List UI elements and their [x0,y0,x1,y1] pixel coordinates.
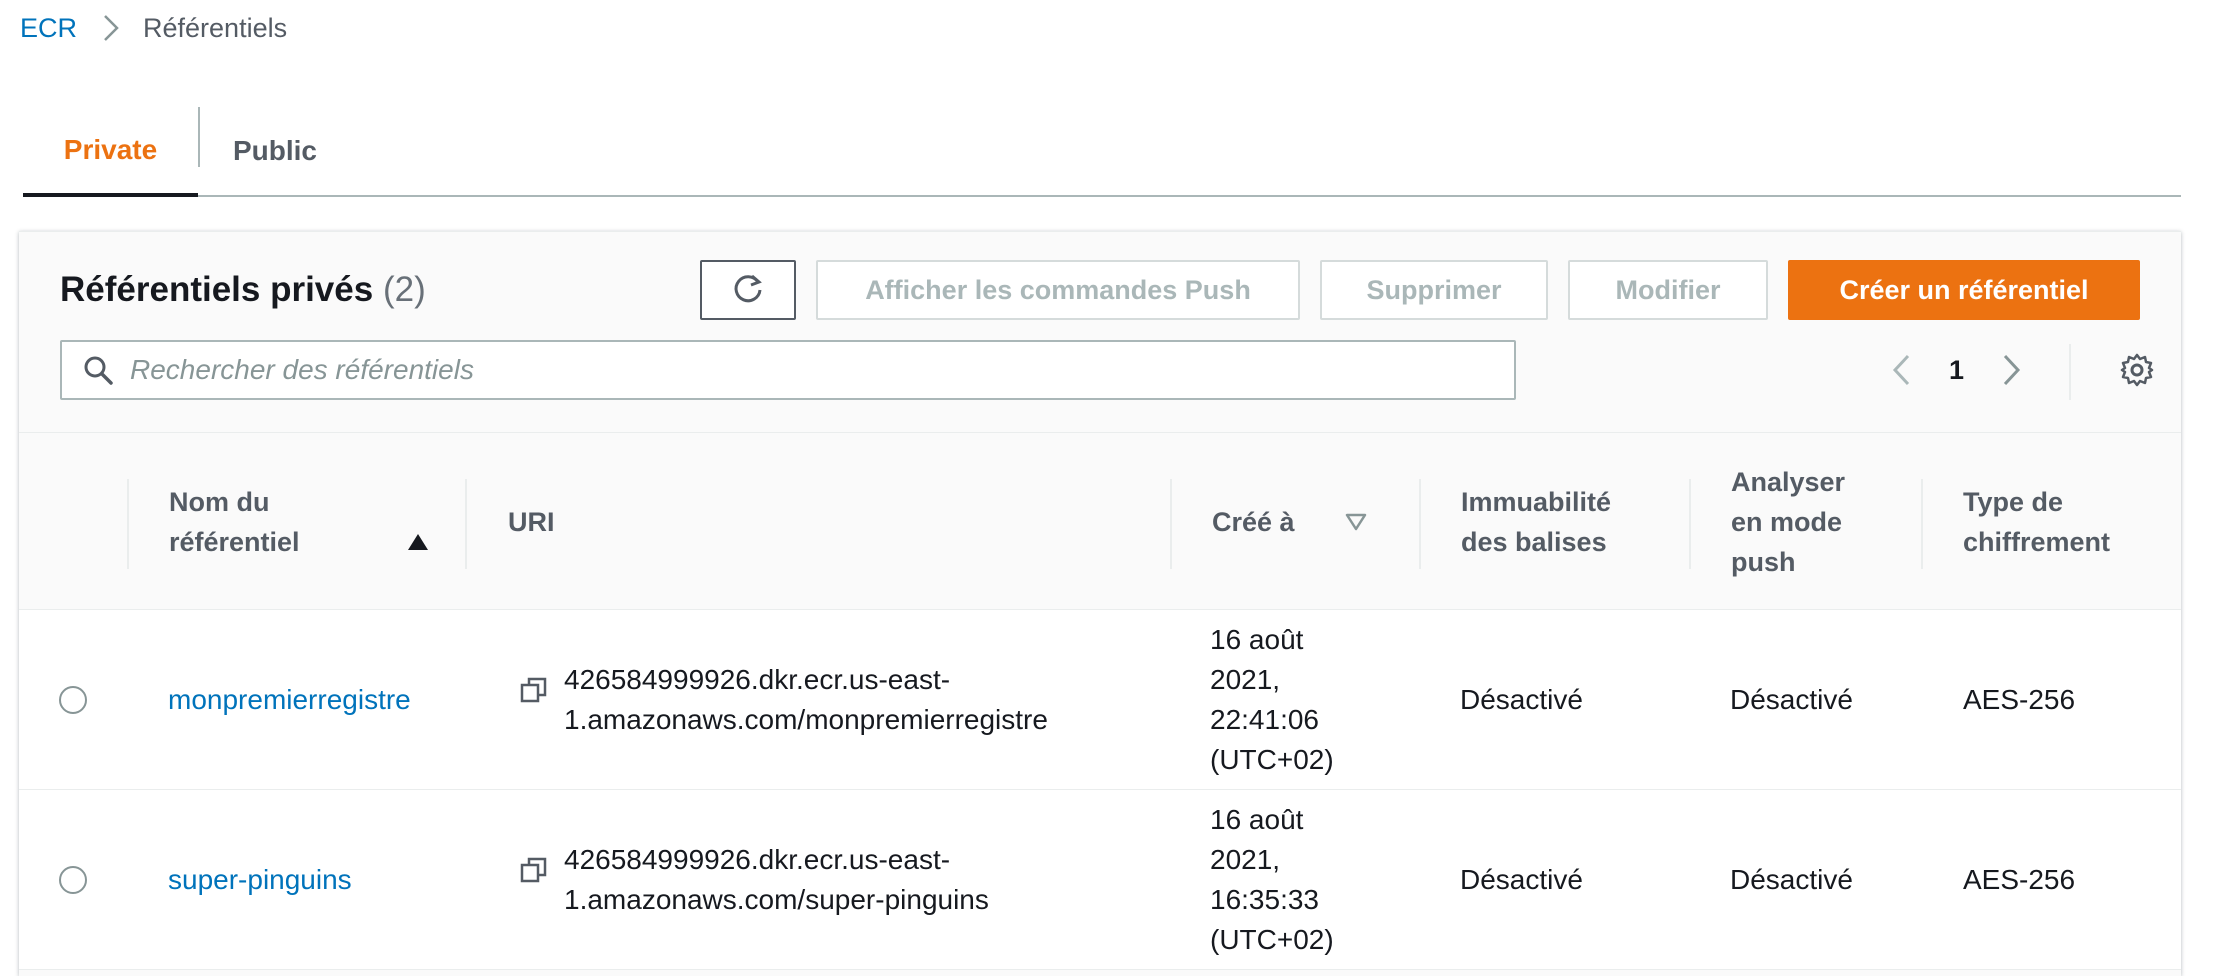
immutability-cell: Désactivé [1460,864,1583,895]
sort-ascending-icon [407,533,429,551]
uri-cell: 426584999926.dkr.ecr.us-east- 1.amazonaw… [520,790,1160,970]
table-header-title: Référentiels privés (2) [60,270,426,310]
repository-name-link[interactable]: monpremierregistre [168,680,411,720]
sort-descending-icon [1345,513,1367,531]
column-created-label: Créé à [1212,507,1295,537]
created-cell: 16 août 2021, 22:41:06 (UTC+02) [1210,610,1334,790]
search-input[interactable] [130,354,1430,386]
pagination: 1 [1891,340,2022,400]
column-header-immutability[interactable]: Immuabilité des balises [1461,433,1661,611]
copy-icon[interactable] [520,676,548,704]
breadcrumb-ecr-link[interactable]: ECR [20,13,77,44]
search-box [60,340,1516,400]
row-radio-button[interactable] [59,866,87,894]
copy-icon[interactable] [520,856,548,884]
chevron-right-icon [103,14,119,42]
create-repository-button[interactable]: Créer un référentiel [1788,260,2140,320]
column-header-created[interactable]: Créé à [1212,433,1412,611]
column-divider [1689,479,1691,569]
scan-on-push-cell: Désactivé [1730,864,1853,895]
column-header-scan-on-push[interactable]: Analyser en mode push [1731,433,1881,611]
uri-text: 426584999926.dkr.ecr.us-east- 1.amazonaw… [564,660,1048,740]
table-row[interactable]: super-pinguins 426584999926.dkr.ecr.us-e… [19,790,2181,970]
column-divider [1419,479,1421,569]
header-count: (2) [382,270,426,309]
header-title-text: Référentiels privés [60,270,374,309]
table-header: Nom du référentiel URI Créé à Immuabilit… [19,432,2181,610]
encryption-cell: AES-256 [1963,864,2076,895]
tab-private[interactable]: Private [23,107,198,197]
column-divider [1921,479,1923,569]
settings-gear-icon[interactable] [2119,352,2155,388]
uri-line: 1.amazonaws.com/monpremierregistre [564,704,1048,735]
created-text: 2021, [1210,844,1281,875]
created-text: (UTC+02) [1210,744,1334,775]
column-header-name[interactable]: Nom du référentiel [169,433,459,611]
breadcrumb-current: Référentiels [143,12,288,43]
view-push-commands-button[interactable]: Afficher les commandes Push [816,260,1300,320]
encryption-cell: AES-256 [1963,684,2076,715]
pager-divider [2069,344,2071,400]
column-header-encryption[interactable]: Type de chiffrement [1963,433,2163,611]
created-text: (UTC+02) [1210,924,1334,955]
table-row[interactable]: monpremierregistre 426584999926.dkr.ecr.… [19,610,2181,790]
created-text: 16:35:33 [1210,884,1319,915]
tab-public[interactable]: Public [200,107,350,195]
repositories-table-container: Référentiels privés (2) Afficher les com… [19,231,2181,976]
created-text: 16 août [1210,804,1304,835]
row-select[interactable] [59,610,87,790]
created-cell: 16 août 2021, 16:35:33 (UTC+02) [1210,790,1334,970]
uri-line: 426584999926.dkr.ecr.us-east- [564,664,951,695]
column-divider [127,479,129,569]
refresh-button[interactable] [700,260,796,320]
breadcrumb: ECR Référentiels [20,10,287,46]
repository-name-link[interactable]: super-pinguins [168,860,352,900]
created-text: 22:41:06 [1210,704,1319,735]
edit-button[interactable]: Modifier [1568,260,1768,320]
uri-text: 426584999926.dkr.ecr.us-east- 1.amazonaw… [564,840,989,920]
uri-cell: 426584999926.dkr.ecr.us-east- 1.amazonaw… [520,610,1160,790]
scan-on-push-cell: Désactivé [1730,684,1853,715]
page-number[interactable]: 1 [1949,355,1964,386]
created-text: 2021, [1210,664,1281,695]
immutability-cell: Désactivé [1460,684,1583,715]
chevron-right-icon[interactable] [2002,353,2022,387]
column-divider [1170,479,1172,569]
uri-line: 426584999926.dkr.ecr.us-east- [564,844,951,875]
delete-button[interactable]: Supprimer [1320,260,1548,320]
column-name-label: Nom du référentiel [169,487,300,557]
column-header-uri[interactable]: URI [508,433,1008,611]
column-divider [465,479,467,569]
repository-tabs: Private Public [23,107,2181,197]
refresh-icon [730,272,766,308]
chevron-left-icon[interactable] [1891,353,1911,387]
search-icon [82,354,114,386]
created-text: 16 août [1210,624,1304,655]
row-radio-button[interactable] [59,686,87,714]
uri-line: 1.amazonaws.com/super-pinguins [564,884,989,915]
row-select[interactable] [59,790,87,970]
